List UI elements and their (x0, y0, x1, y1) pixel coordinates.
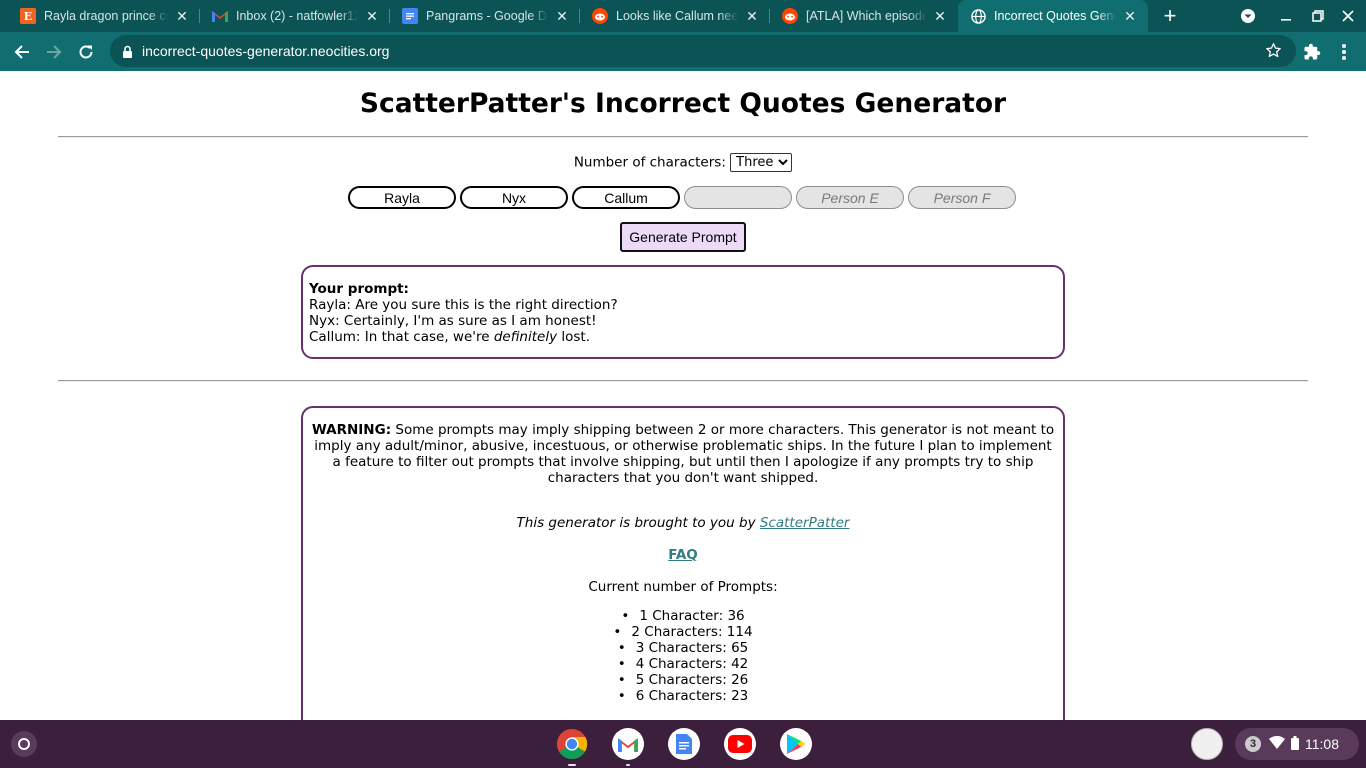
prompt-line: Rayla: Are you sure this is the right di… (309, 297, 618, 313)
character-count-select[interactable]: Three (730, 153, 793, 172)
tab-docs[interactable]: Pangrams - Google Doc ✕ (390, 0, 580, 32)
status-tray[interactable]: 3 11:08 (1235, 728, 1359, 760)
person-c-input[interactable] (572, 186, 680, 209)
page-title: ScatterPatter's Incorrect Quotes Generat… (359, 88, 1007, 119)
character-names (348, 186, 1016, 209)
credit-text: This generator is brought to you by (516, 515, 760, 531)
person-e-input[interactable] (796, 186, 904, 209)
wifi-icon (1269, 735, 1285, 752)
list-item: 5 Characters: 26 (311, 672, 1055, 688)
reddit-icon (592, 8, 608, 24)
divider (58, 136, 1308, 138)
close-window-icon[interactable] (1336, 4, 1360, 28)
tab-strip: E Rayla dragon prince co ✕ Inbox (2) - n… (0, 0, 1366, 32)
tab-incorrect-quotes[interactable]: Incorrect Quotes Gener ✕ (958, 0, 1148, 32)
list-item: 1 Character: 36 (311, 608, 1055, 624)
faq-link[interactable]: FAQ (668, 547, 698, 563)
character-count-label: Number of characters: (573, 154, 726, 171)
extensions-icon[interactable] (1299, 39, 1325, 65)
faq-row: FAQ (311, 547, 1055, 563)
forward-icon[interactable] (41, 39, 67, 65)
chrome-icon[interactable] (556, 728, 588, 766)
etsy-icon: E (20, 8, 36, 24)
prompt-count-heading: Current number of Prompts: (588, 579, 778, 595)
divider (58, 380, 1308, 382)
list-item: 2 Characters: 114 (311, 624, 1055, 640)
prompt-line: Nyx: Certainly, I'm as sure as I am hone… (309, 313, 597, 329)
tab-etsy[interactable]: E Rayla dragon prince co ✕ (8, 0, 200, 32)
reddit-icon (782, 8, 798, 24)
restore-icon[interactable] (1306, 4, 1330, 28)
close-tab-icon[interactable]: ✕ (552, 6, 572, 26)
tab-search-icon[interactable] (1236, 4, 1260, 28)
info-panel: WARNING: Some prompts may imply shipping… (301, 406, 1065, 720)
url-text: incorrect-quotes-generator.neocities.org (142, 43, 390, 59)
menu-icon[interactable] (1331, 39, 1357, 65)
person-d-input[interactable] (684, 186, 792, 209)
running-indicator (568, 764, 576, 766)
minimize-icon[interactable] (1274, 4, 1298, 28)
tab-reddit-callum[interactable]: Looks like Callum need ✕ (580, 0, 770, 32)
warning-label: WARNING: (311, 422, 392, 438)
close-tab-icon[interactable]: ✕ (742, 6, 762, 26)
address-bar[interactable]: incorrect-quotes-generator.neocities.org (110, 35, 1296, 67)
globe-icon (970, 8, 986, 24)
warning-body: Some prompts may imply shipping between … (314, 422, 1055, 486)
launcher-icon (18, 738, 30, 750)
docs-icon (402, 8, 418, 24)
list-item: 3 Characters: 65 (311, 640, 1055, 656)
scatterpatter-link[interactable]: ScatterPatter (760, 515, 850, 531)
prompt-heading: Your prompt: (309, 281, 409, 297)
prompt-output: Your prompt: Rayla: Are you sure this is… (301, 265, 1065, 359)
prompt-count-list: 1 Character: 36 2 Characters: 114 3 Char… (311, 608, 1055, 704)
close-tab-icon[interactable]: ✕ (930, 6, 950, 26)
avatar[interactable] (1191, 728, 1223, 760)
running-indicator (626, 764, 630, 766)
close-tab-icon[interactable]: ✕ (1120, 6, 1140, 26)
warning-text: WARNING: Some prompts may imply shipping… (311, 422, 1055, 486)
play-store-icon[interactable] (780, 728, 812, 760)
tab-reddit-atla[interactable]: [ATLA] Which episodes ✕ (770, 0, 958, 32)
close-tab-icon[interactable]: ✕ (362, 6, 382, 26)
bookmark-star-icon[interactable] (1265, 42, 1282, 63)
prompt-text: lost. (557, 329, 590, 345)
reload-icon[interactable] (73, 39, 99, 65)
web-page: ScatterPatter's Incorrect Quotes Generat… (0, 71, 1366, 720)
close-tab-icon[interactable]: ✕ (172, 6, 192, 26)
prompt-line: Callum: In that case, we're definitely l… (309, 329, 1057, 345)
gmail-icon[interactable] (612, 728, 644, 766)
character-count-row: Number of characters: Three (0, 153, 1366, 172)
list-item: 6 Characters: 23 (311, 688, 1055, 704)
back-icon[interactable] (9, 39, 35, 65)
battery-icon (1291, 735, 1299, 753)
browser-toolbar: incorrect-quotes-generator.neocities.org (0, 32, 1366, 71)
prompt-emphasis: definitely (493, 329, 558, 345)
credit-line: This generator is brought to you by Scat… (311, 515, 1055, 531)
lock-icon (122, 44, 133, 63)
notification-count: 3 (1245, 736, 1261, 752)
docs-icon[interactable] (668, 728, 700, 760)
list-item: 4 Characters: 42 (311, 656, 1055, 672)
launcher-button[interactable] (11, 731, 37, 757)
clock: 11:08 (1305, 736, 1339, 752)
person-b-input[interactable] (460, 186, 568, 209)
gmail-icon (212, 8, 228, 24)
person-a-input[interactable] (348, 186, 456, 209)
prompt-text: Callum: In that case, we're (309, 329, 494, 345)
generate-prompt-button[interactable]: Generate Prompt (620, 222, 746, 252)
tab-gmail[interactable]: Inbox (2) - natfowler12@ ✕ (200, 0, 390, 32)
youtube-icon[interactable] (724, 728, 756, 760)
person-f-input[interactable] (908, 186, 1016, 209)
os-shelf: 3 11:08 (0, 720, 1366, 768)
new-tab-button[interactable]: + (1158, 3, 1182, 28)
